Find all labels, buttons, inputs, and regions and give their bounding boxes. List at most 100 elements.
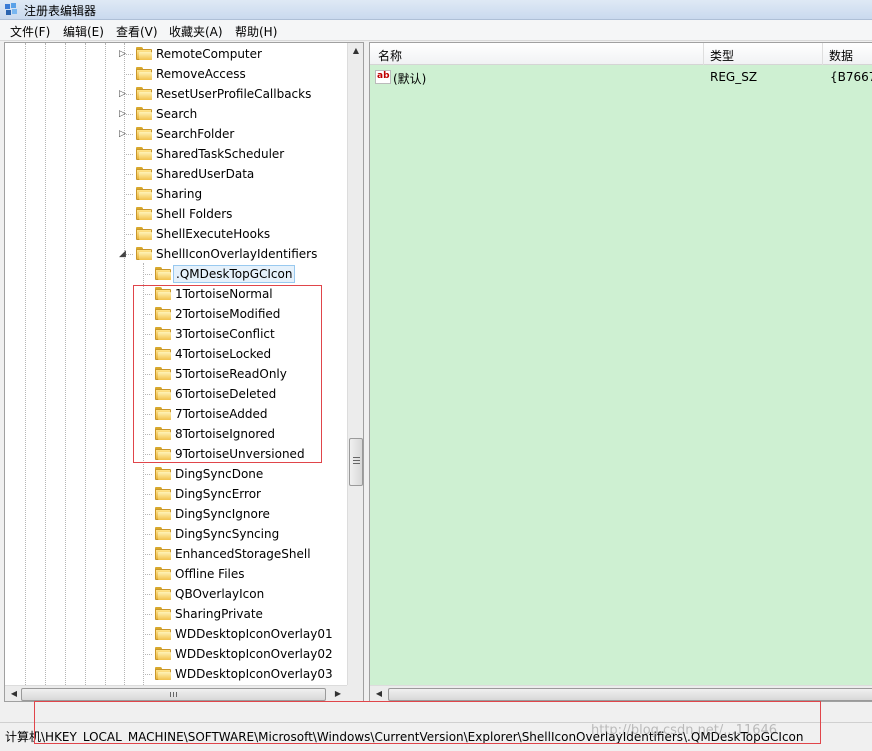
tree-vertical-scroll-thumb[interactable] <box>349 438 363 486</box>
tree-connector-line <box>143 554 152 555</box>
collapsed-arrow-icon[interactable]: ▷ <box>119 108 129 120</box>
list-header: 名称 类型 数据 <box>370 43 872 65</box>
collapsed-arrow-icon[interactable]: ▷ <box>119 48 129 60</box>
folder-icon <box>155 627 172 641</box>
tree-vertical-scrollbar[interactable]: ▲ ▼ <box>347 43 363 697</box>
tree-item-label: WDDesktopIconOverlay03 <box>175 667 333 681</box>
tree-item[interactable]: Sharing <box>5 184 347 204</box>
tree-item[interactable]: ◢ ShellIconOverlayIdentifiers <box>5 244 347 264</box>
tree-item-label: ResetUserProfileCallbacks <box>156 87 312 101</box>
column-separator[interactable] <box>703 43 704 65</box>
tree-connector-line <box>143 534 152 535</box>
registry-value-list[interactable]: 名称 类型 数据 ab (默认) REG_SZ {B7667 ◀ <box>369 42 872 702</box>
tree-item-label: DingSyncIgnore <box>175 507 270 521</box>
tree-item[interactable]: 7TortoiseAdded <box>5 404 347 424</box>
collapsed-arrow-icon[interactable]: ▷ <box>119 88 129 100</box>
tree-connector-line <box>143 274 152 275</box>
tree-item[interactable]: DingSyncDone <box>5 464 347 484</box>
collapsed-arrow-icon[interactable]: ▷ <box>119 128 129 140</box>
tree-connector-line <box>143 334 152 335</box>
folder-icon <box>136 167 153 181</box>
registry-key-tree[interactable]: ▷ RemoteComputer RemoveAccess ▷ ResetUserPro… <box>4 42 364 702</box>
tree-item[interactable]: SharingPrivate <box>5 604 347 624</box>
value-type: REG_SZ <box>710 70 758 84</box>
scrollbar-corner <box>347 685 363 701</box>
tree-horizontal-scroll-thumb[interactable] <box>21 688 326 701</box>
scroll-left-arrow-icon[interactable]: ◀ <box>7 689 21 698</box>
tree-connector-line <box>143 434 152 435</box>
tree-item[interactable]: .QMDeskTopGCIcon <box>5 264 347 284</box>
menu-view[interactable]: 查看(V) <box>116 23 158 40</box>
tree-item[interactable]: ▷ Search <box>5 104 347 124</box>
menu-help[interactable]: 帮助(H) <box>235 23 277 40</box>
value-row[interactable]: ab (默认) REG_SZ {B7667 <box>370 67 872 87</box>
tree-connector-line <box>143 394 152 395</box>
tree-item[interactable]: ▷ RemoteComputer <box>5 44 347 64</box>
tree-connector-line <box>124 174 133 175</box>
menu-file[interactable]: 文件(F) <box>10 23 50 40</box>
column-header-type[interactable]: 类型 <box>710 47 734 64</box>
tree-connector-line <box>124 154 133 155</box>
folder-icon <box>155 367 172 381</box>
tree-item-label: EnhancedStorageShell <box>175 547 311 561</box>
tree-item[interactable]: DingSyncSyncing <box>5 524 347 544</box>
folder-icon <box>155 327 172 341</box>
expanded-arrow-icon[interactable]: ◢ <box>119 248 129 260</box>
column-header-data[interactable]: 数据 <box>829 47 853 64</box>
tree-item[interactable]: 3TortoiseConflict <box>5 324 347 344</box>
tree-item[interactable]: 4TortoiseLocked <box>5 344 347 364</box>
tree-connector-line <box>143 674 152 675</box>
column-separator[interactable] <box>822 43 823 65</box>
tree-item[interactable]: ShellExecuteHooks <box>5 224 347 244</box>
grip-line <box>353 463 360 464</box>
tree-item[interactable]: DingSyncError <box>5 484 347 504</box>
tree-item[interactable]: WDDesktopIconOverlay01 <box>5 624 347 644</box>
folder-icon <box>155 307 172 321</box>
list-horizontal-scroll-thumb[interactable] <box>388 688 872 701</box>
tree-connector-line <box>143 294 152 295</box>
tree-connector-line <box>143 654 152 655</box>
tree-item[interactable]: 5TortoiseReadOnly <box>5 364 347 384</box>
watermark: http://blog.csdn.net/...11646 <box>591 723 778 738</box>
tree-item[interactable]: 6TortoiseDeleted <box>5 384 347 404</box>
tree-item-label: 4TortoiseLocked <box>175 347 272 361</box>
scroll-up-arrow-icon[interactable]: ▲ <box>349 46 363 55</box>
tree-item[interactable]: Shell Folders <box>5 204 347 224</box>
tree-item[interactable]: DingSyncIgnore <box>5 504 347 524</box>
tree-item[interactable]: ▷ ResetUserProfileCallbacks <box>5 84 347 104</box>
tree-connector-line <box>124 194 133 195</box>
column-header-name[interactable]: 名称 <box>378 47 402 64</box>
tree-item[interactable]: 9TortoiseUnversioned <box>5 444 347 464</box>
folder-icon <box>155 407 172 421</box>
tree-item-label: WDDesktopIconOverlay02 <box>175 647 333 661</box>
scroll-left-arrow-icon[interactable]: ◀ <box>372 689 386 698</box>
folder-icon <box>136 187 153 201</box>
tree-item[interactable]: SharedUserData <box>5 164 347 184</box>
menu-favorites[interactable]: 收藏夹(A) <box>169 23 223 40</box>
tree-horizontal-scrollbar[interactable]: ◀ ▶ <box>5 685 347 701</box>
tree-item[interactable]: Offline Files <box>5 564 347 584</box>
scroll-right-arrow-icon[interactable]: ▶ <box>331 689 345 698</box>
tree-item[interactable]: WDDesktopIconOverlay02 <box>5 644 347 664</box>
value-name: (默认) <box>393 72 427 86</box>
menu-edit[interactable]: 编辑(E) <box>63 23 104 40</box>
tree-connector-line <box>143 594 152 595</box>
tree-item[interactable]: WDDesktopIconOverlay03 <box>5 664 347 684</box>
tree-item[interactable]: 2TortoiseModified <box>5 304 347 324</box>
tree-connector-line <box>143 614 152 615</box>
folder-icon <box>136 247 153 261</box>
tree-item-label: ShellIconOverlayIdentifiers <box>156 247 318 261</box>
tree-item[interactable]: EnhancedStorageShell <box>5 544 347 564</box>
folder-icon <box>155 527 172 541</box>
tree-connector-line <box>124 234 133 235</box>
list-horizontal-scrollbar[interactable]: ◀ <box>370 685 872 701</box>
tree-item[interactable]: SharedTaskScheduler <box>5 144 347 164</box>
tree-item[interactable]: 1TortoiseNormal <box>5 284 347 304</box>
tree-item[interactable]: ▷ SearchFolder <box>5 124 347 144</box>
tree-item[interactable]: QBOverlayIcon <box>5 584 347 604</box>
grip-line <box>353 460 360 461</box>
tree-item[interactable]: RemoveAccess <box>5 64 347 84</box>
folder-icon <box>155 487 172 501</box>
title-bar: 注册表编辑器 <box>0 0 872 20</box>
tree-item[interactable]: 8TortoiseIgnored <box>5 424 347 444</box>
